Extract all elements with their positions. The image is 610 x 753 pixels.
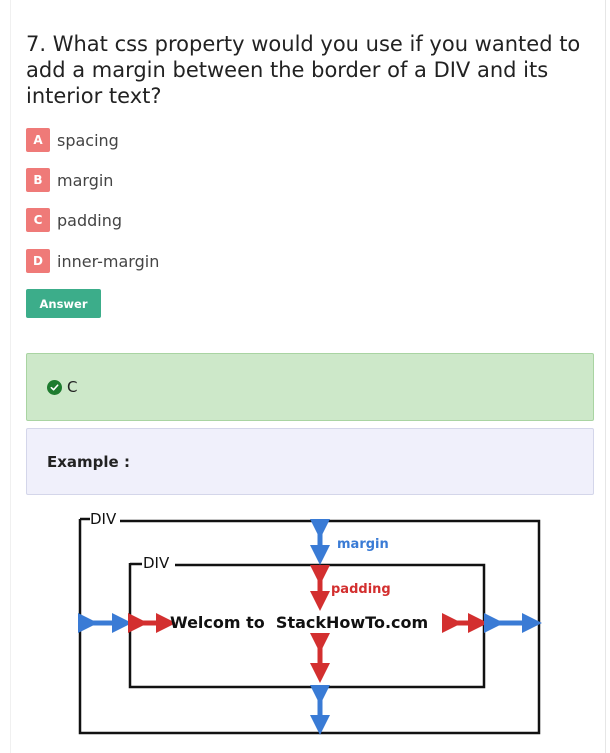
option-letter-badge: A bbox=[26, 128, 50, 152]
example-panel: Example : bbox=[26, 428, 594, 495]
page-right-border bbox=[605, 0, 606, 753]
box-model-diagram: DIV DIV margin padding Welcom to StackHo… bbox=[78, 510, 542, 735]
option-c[interactable]: C padding bbox=[26, 208, 122, 232]
check-circle-icon bbox=[47, 379, 62, 395]
option-letter-badge: D bbox=[26, 249, 50, 273]
answer-panel: C bbox=[26, 353, 594, 421]
option-label: spacing bbox=[57, 130, 119, 150]
option-label: inner-margin bbox=[57, 251, 160, 271]
page-left-border bbox=[10, 0, 11, 753]
option-label: padding bbox=[57, 210, 123, 230]
option-label: margin bbox=[57, 170, 114, 190]
welcome-text: Welcom to StackHowTo.com bbox=[170, 613, 428, 632]
option-a[interactable]: A spacing bbox=[26, 128, 119, 152]
option-letter-badge: B bbox=[26, 168, 50, 192]
option-letter-badge: C bbox=[26, 208, 50, 232]
option-d[interactable]: D inner-margin bbox=[26, 249, 159, 273]
question-text: 7. What css property would you use if yo… bbox=[26, 32, 581, 108]
option-b[interactable]: B margin bbox=[26, 168, 113, 192]
answer-value: C bbox=[67, 378, 78, 396]
padding-label: padding bbox=[331, 582, 391, 597]
inner-div-label: DIV bbox=[143, 554, 170, 572]
margin-label: margin bbox=[337, 537, 389, 552]
answer-button[interactable]: Answer bbox=[26, 289, 101, 318]
outer-div-label: DIV bbox=[90, 510, 117, 528]
example-label: Example : bbox=[47, 452, 130, 471]
